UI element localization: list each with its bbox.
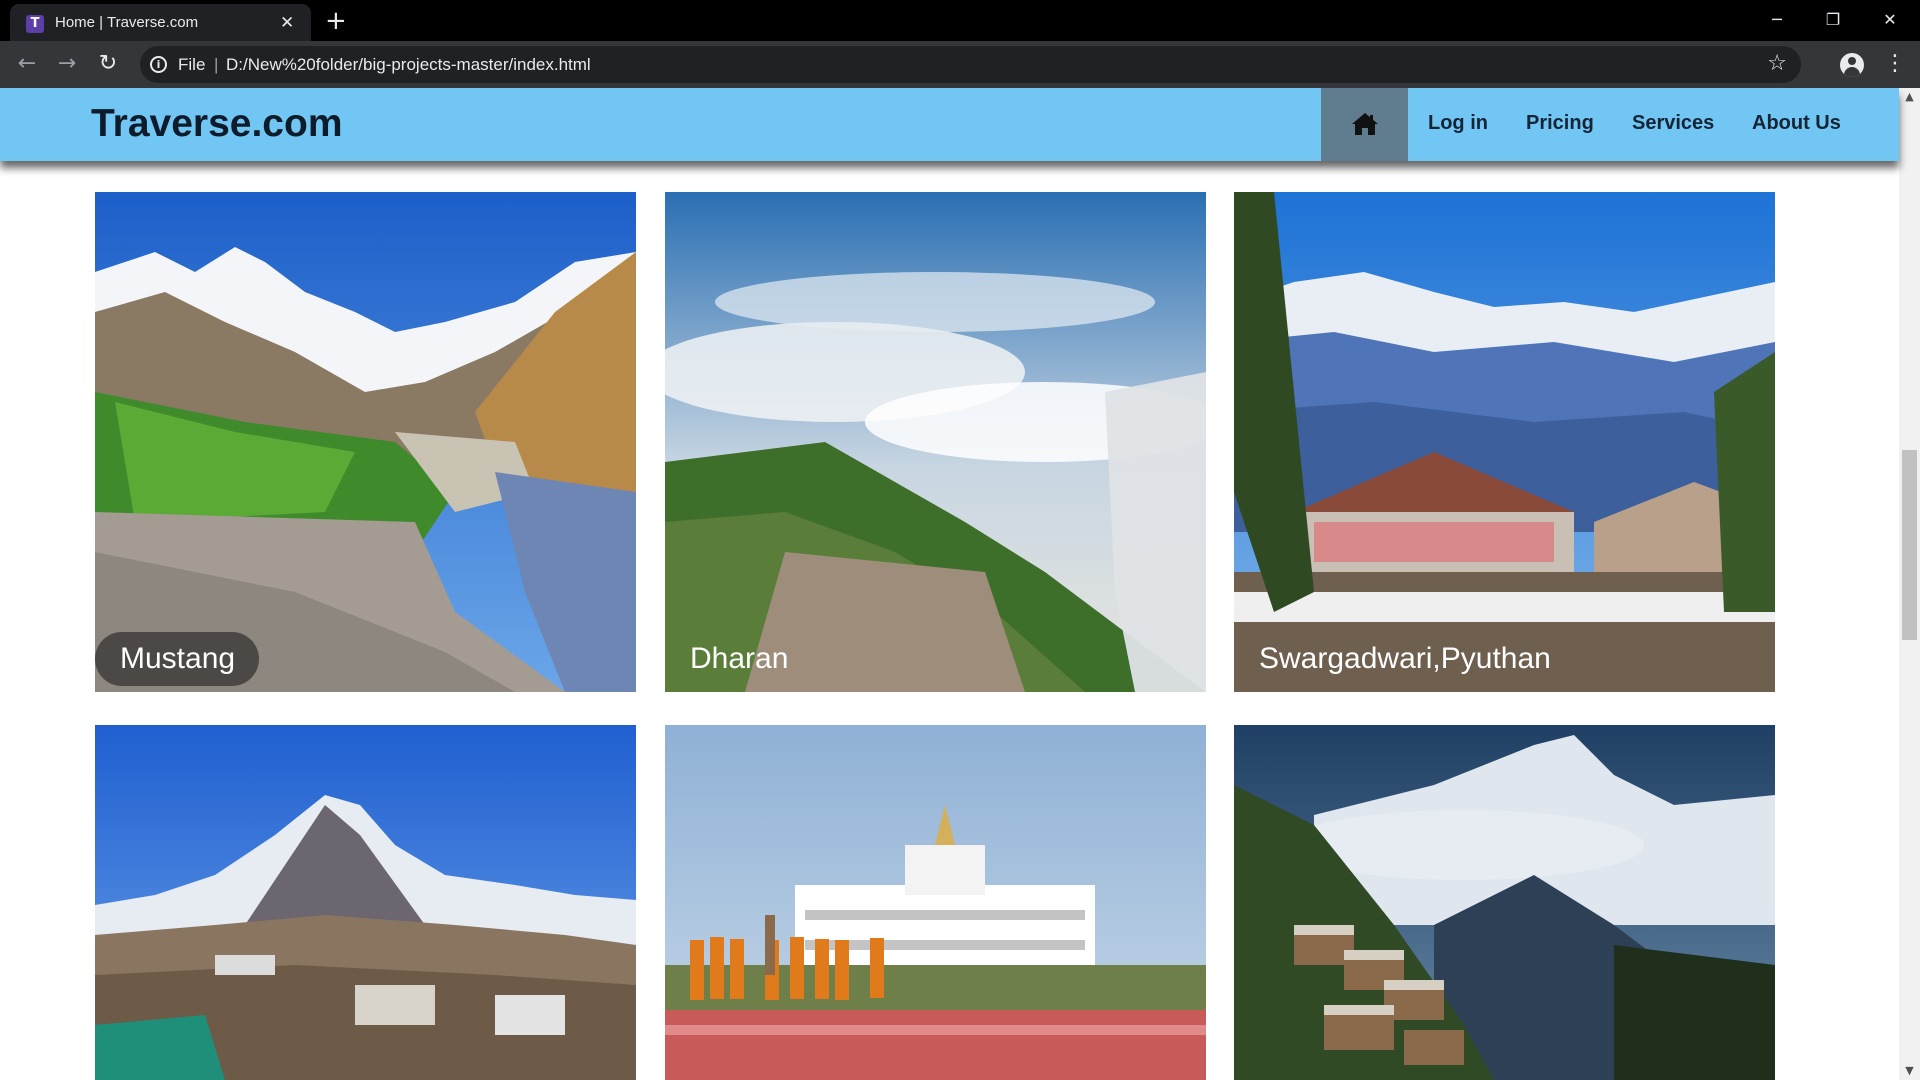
home-button[interactable] xyxy=(1321,88,1408,161)
site-navbar: Traverse.com Log in Pricing Services Abo… xyxy=(0,88,1899,161)
more-menu-icon[interactable]: ⋮ xyxy=(1884,50,1906,78)
minimize-icon[interactable]: ─ xyxy=(1757,6,1797,34)
destination-card-6[interactable] xyxy=(1234,725,1775,1080)
destination-card-5[interactable] xyxy=(665,725,1206,1080)
scroll-up-arrow-icon[interactable]: ▲ xyxy=(1899,90,1920,104)
home-icon xyxy=(1352,113,1378,135)
nav-login-link[interactable]: Log in xyxy=(1428,112,1488,135)
favicon-icon: T xyxy=(26,15,44,33)
destination-label: Mustang xyxy=(95,632,260,686)
scrollbar-thumb[interactable] xyxy=(1902,450,1917,640)
tab-strip: T Home | Traverse.com ✕ + ─ ❐ ✕ xyxy=(0,0,1920,41)
close-tab-icon[interactable]: ✕ xyxy=(280,13,294,33)
address-bar[interactable]: i File | D:/New%20folder/big-projects-ma… xyxy=(140,46,1801,83)
mustang-photo xyxy=(95,192,636,692)
url-text[interactable]: D:/New%20folder/big-projects-master/inde… xyxy=(226,55,591,75)
browser-toolbar: ← → ↻ i File | D:/New%20folder/big-proje… xyxy=(0,41,1920,88)
new-tab-button[interactable]: + xyxy=(325,6,347,36)
destination-card-swargadwari[interactable]: Swargadwari,Pyuthan xyxy=(1234,192,1775,692)
page-viewport: Traverse.com Log in Pricing Services Abo… xyxy=(0,88,1920,1080)
address-separator: | xyxy=(214,55,219,74)
mountain-village-photo xyxy=(1234,725,1775,1080)
dharan-photo xyxy=(665,192,1206,692)
site-brand[interactable]: Traverse.com xyxy=(91,102,343,146)
nav-pricing-link[interactable]: Pricing xyxy=(1526,112,1594,135)
nav-about-link[interactable]: About Us xyxy=(1752,112,1841,135)
bookmark-star-icon[interactable]: ☆ xyxy=(1767,51,1787,76)
swargadwari-photo xyxy=(1234,192,1775,692)
tab-title: Home | Traverse.com xyxy=(55,14,199,31)
page-scrollbar[interactable]: ▲ ▼ xyxy=(1899,88,1920,1080)
destination-card-mustang[interactable]: Mustang xyxy=(95,192,636,692)
scroll-down-arrow-icon[interactable]: ▼ xyxy=(1899,1064,1920,1078)
destination-card-dharan[interactable]: Dharan xyxy=(665,192,1206,692)
info-icon[interactable]: i xyxy=(150,56,167,73)
destination-label: Dharan xyxy=(690,642,789,675)
restore-icon[interactable]: ❐ xyxy=(1813,6,1853,34)
nav-services-link[interactable]: Services xyxy=(1632,112,1714,135)
forward-arrow-icon[interactable]: → xyxy=(53,50,81,78)
scheme-label: File xyxy=(178,55,206,74)
profile-avatar-icon[interactable] xyxy=(1840,53,1864,77)
browser-tab[interactable]: T Home | Traverse.com ✕ xyxy=(10,4,311,41)
himalayan-village-photo xyxy=(95,725,636,1080)
destination-label: Swargadwari,Pyuthan xyxy=(1259,642,1551,675)
close-window-icon[interactable]: ✕ xyxy=(1870,6,1910,34)
back-arrow-icon[interactable]: ← xyxy=(13,50,41,78)
destination-card-4[interactable] xyxy=(95,725,636,1080)
temple-photo xyxy=(665,725,1206,1080)
reload-icon[interactable]: ↻ xyxy=(94,50,122,78)
